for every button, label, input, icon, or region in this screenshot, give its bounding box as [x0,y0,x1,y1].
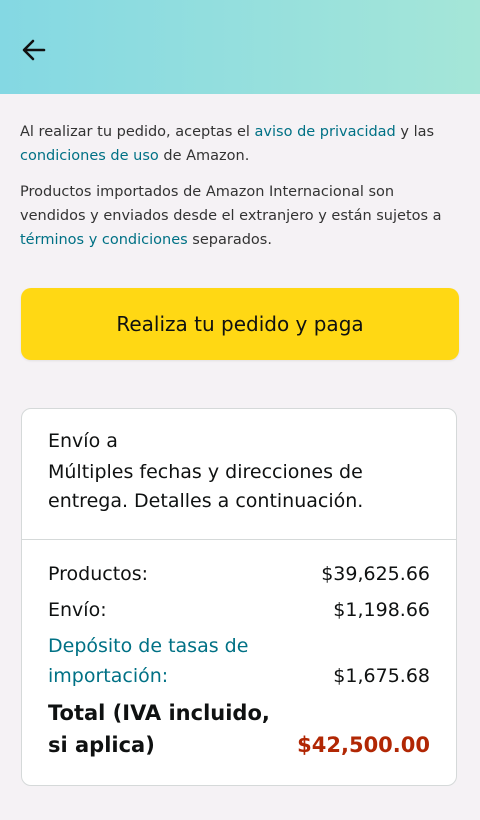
import-notice-text-end: separados. [187,232,272,248]
divider [22,539,456,540]
terms-and-conditions-link[interactable]: términos y condiciones [20,232,188,248]
shipping-value: Múltiples fechas y direcciones de entreg… [48,461,364,512]
shipping-label: Envío a [48,430,118,452]
legal-text: Al realizar tu pedido, aceptas el aviso … [0,94,480,252]
import-fees-row: Depósito de tasas de importación: $1,675… [48,631,430,691]
terms-of-use-link[interactable]: condiciones de uso [20,148,159,164]
import-notice: Productos importados de Amazon Internaci… [20,168,460,252]
products-row: Productos: $39,625.66 [48,559,430,589]
arrow-left-icon [22,39,46,61]
back-button[interactable] [20,36,48,64]
shipping-cost-label: Envío: [48,599,107,621]
shipping-cost-value: $1,198.66 [333,599,430,621]
import-notice-text: Productos importados de Amazon Internaci… [20,184,442,224]
privacy-notice-text: Al realizar tu pedido, aceptas el [20,124,255,140]
total-value: $42,500.00 [297,733,430,757]
place-order-label: Realiza tu pedido y paga [116,312,364,336]
privacy-notice-text-end: de Amazon. [158,148,250,164]
import-fees-label[interactable]: Depósito de tasas de importación: [48,631,288,691]
privacy-notice: Al realizar tu pedido, aceptas el aviso … [20,94,460,168]
privacy-notice-link[interactable]: aviso de privacidad [255,124,396,140]
shipping-cost-row: Envío: $1,198.66 [48,595,430,625]
import-fees-value: $1,675.68 [333,665,430,687]
privacy-notice-text-mid: y las [395,124,435,140]
header-bar [0,0,480,94]
shipping-section: Envío a Múltiples fechas y direcciones d… [22,409,456,516]
place-order-button[interactable]: Realiza tu pedido y paga [21,288,459,360]
products-value: $39,625.66 [321,563,430,585]
order-summary-card: Envío a Múltiples fechas y direcciones d… [21,408,457,786]
products-label: Productos: [48,563,149,585]
total-row: Total (IVA incluido, si aplica) $42,500.… [48,697,430,761]
price-breakdown: Productos: $39,625.66 Envío: $1,198.66 D… [48,559,430,761]
total-label: Total (IVA incluido, si aplica) [48,701,270,757]
